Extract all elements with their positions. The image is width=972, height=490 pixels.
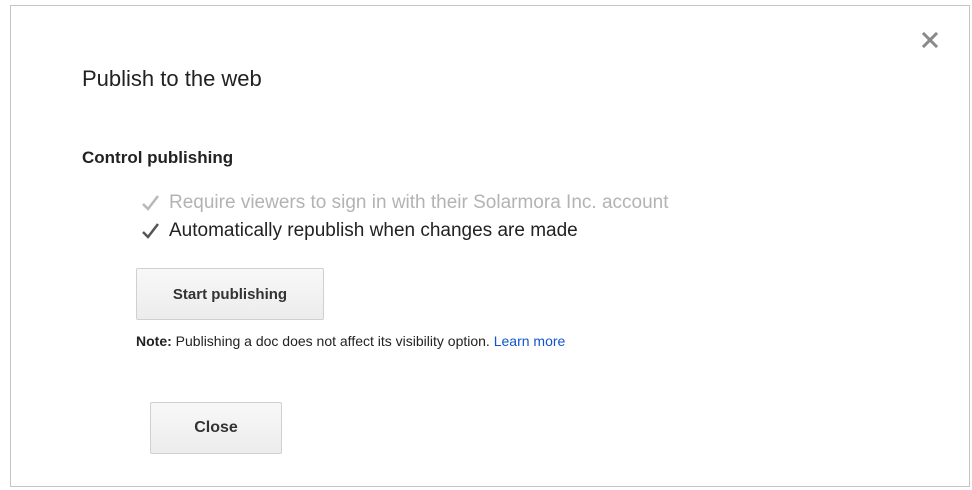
- learn-more-link[interactable]: Learn more: [494, 333, 566, 349]
- note-label: Note:: [136, 333, 172, 349]
- start-publishing-button[interactable]: Start publishing: [136, 268, 324, 320]
- close-button[interactable]: Close: [150, 402, 282, 454]
- checkmark-icon: [140, 193, 160, 213]
- auto-republish-label: Automatically republish when changes are…: [169, 220, 578, 241]
- note-text: Publishing a doc does not affect its vis…: [171, 333, 494, 349]
- publish-dialog: Publish to the web Control publishing Re…: [10, 5, 970, 487]
- close-icon[interactable]: [918, 28, 942, 52]
- dialog-title: Publish to the web: [82, 66, 262, 91]
- require-sign-in-label: Require viewers to sign in with their So…: [169, 192, 669, 213]
- section-heading: Control publishing: [82, 148, 234, 167]
- checkmark-icon[interactable]: [140, 221, 160, 241]
- publishing-note: Note: Publishing a doc does not affect i…: [136, 333, 565, 349]
- require-sign-in-option: Require viewers to sign in with their So…: [140, 191, 669, 215]
- auto-republish-option[interactable]: Automatically republish when changes are…: [140, 219, 578, 243]
